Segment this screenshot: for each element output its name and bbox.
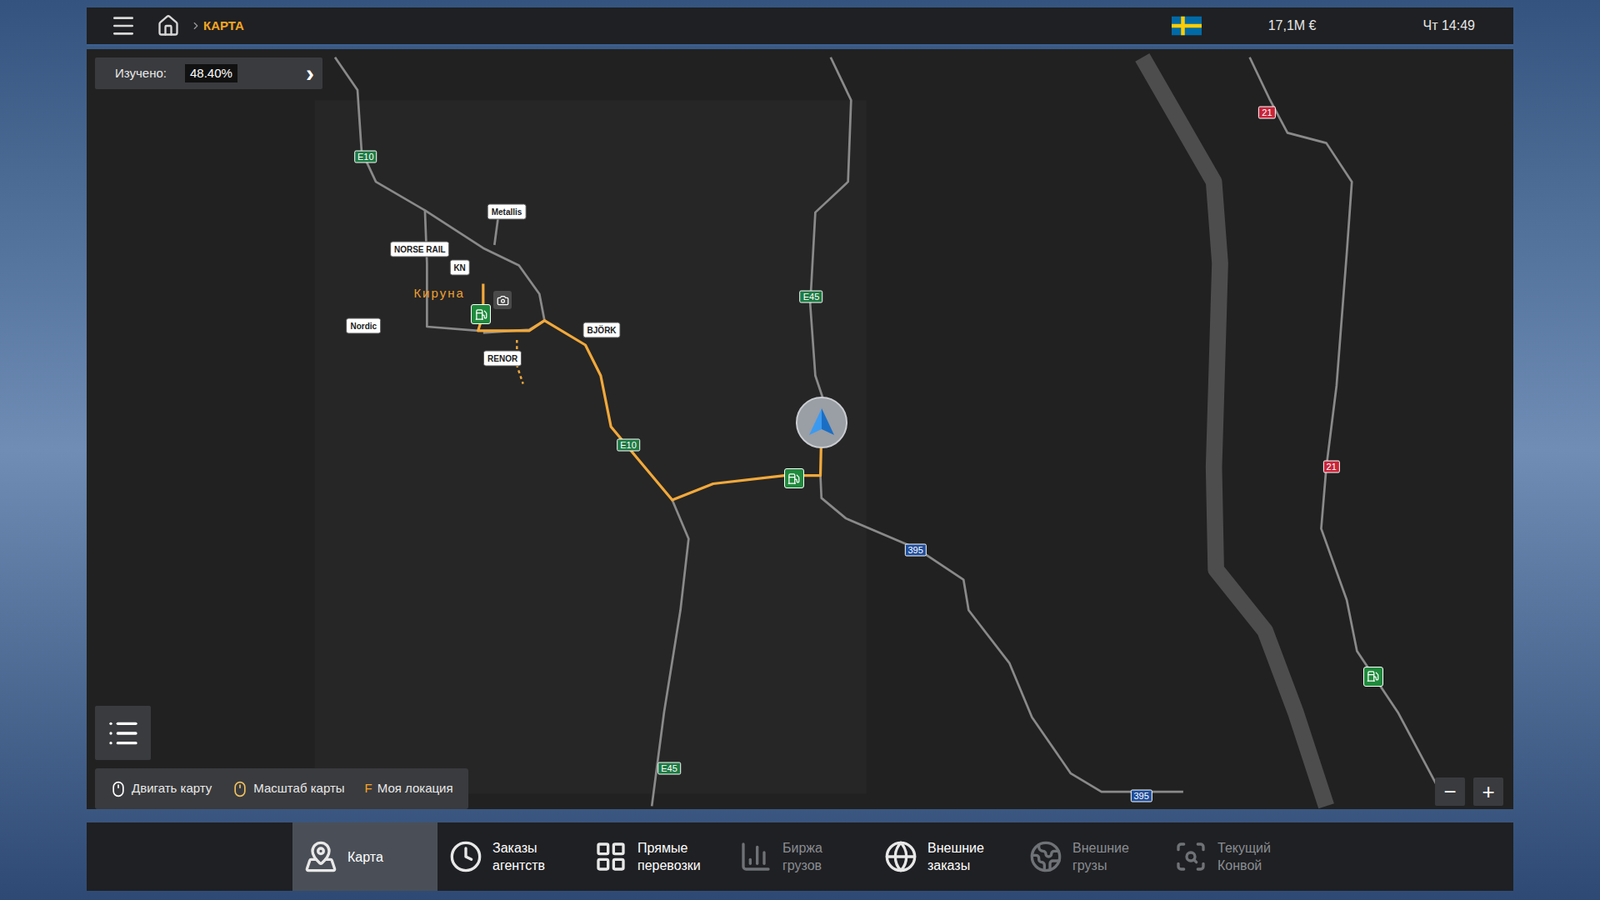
top-bar: КАРТА 17,1M € Чт 14:49 <box>86 7 1514 46</box>
company-marker[interactable]: BJÖRK <box>583 321 621 338</box>
nav-tab-icon <box>1029 840 1063 874</box>
nav-tab-icon <box>449 840 483 874</box>
mouse-icon <box>110 780 127 799</box>
bottom-nav: КартаЗаказыагентствПрямыеперевозкиБиржаг… <box>86 822 1514 891</box>
breadcrumb: КАРТА <box>203 16 245 36</box>
nav-tab-icon <box>1174 840 1208 874</box>
explored-arrow[interactable]: › <box>305 60 315 86</box>
company-marker[interactable]: Nordic <box>346 317 382 334</box>
photo-spot-icon[interactable] <box>493 290 512 310</box>
fuel-station-icon[interactable] <box>784 468 805 489</box>
nav-tab-icon <box>304 840 338 874</box>
nav-tab-icon <box>884 840 918 874</box>
company-marker[interactable]: KN <box>449 259 470 275</box>
company-marker[interactable]: NORSE RAIL <box>390 240 450 257</box>
arrow-icon <box>805 405 839 440</box>
fuel-station-icon[interactable] <box>470 304 491 325</box>
explored-label: Изучено: <box>115 64 167 84</box>
fuel-station-icon[interactable] <box>1363 666 1384 687</box>
nav-tab[interactable]: Внешниезаказы <box>872 822 1018 891</box>
road-sign: 395 <box>904 544 926 557</box>
explored-badge[interactable]: Изучено: 48.40% › <box>95 57 323 90</box>
hint-key: F <box>365 779 373 799</box>
road-sign: E45 <box>657 762 681 775</box>
money: 17,1M € <box>1268 15 1317 36</box>
game-screen: КАРТА 17,1M € Чт 14:49 Кируна E10 E45 E10 395 E4… <box>0 0 1600 900</box>
nav-tab-icon <box>739 840 773 874</box>
legend-icon <box>106 716 140 750</box>
menu-icon[interactable] <box>110 12 137 40</box>
nav-tab[interactable]: Внешниегрузы <box>1017 822 1163 891</box>
nav-tab[interactable]: Биржагрузов <box>727 822 873 891</box>
company-marker[interactable]: RENOR <box>483 350 522 366</box>
hint: FМоя локация <box>365 779 454 799</box>
explored-value: 48.40% <box>185 64 238 84</box>
road-sign: E10 <box>354 150 378 163</box>
road-sign: 21 <box>1258 105 1275 119</box>
hint: Масштаб карты <box>231 779 345 799</box>
zoom-out-button[interactable]: − <box>1435 777 1465 806</box>
player-marker <box>795 396 848 449</box>
company-marker[interactable]: Metallis <box>487 203 527 220</box>
sweden-flag-icon <box>1171 15 1202 36</box>
road-sign: E45 <box>800 290 824 304</box>
nav-tab[interactable]: ТекущийКонвой <box>1162 822 1308 891</box>
map-panel[interactable]: Кируна E10 E45 E10 395 E45 395 21 21 Metallis NORS… <box>86 49 1514 810</box>
clock: Чт 14:49 <box>1423 15 1475 36</box>
city-label: Кируна <box>413 283 465 303</box>
nav-tab-icon <box>594 840 628 874</box>
road-sign: E10 <box>616 438 640 451</box>
home-icon[interactable] <box>156 14 180 38</box>
road-sign: 395 <box>1130 790 1152 803</box>
legend-button[interactable] <box>95 705 151 760</box>
zoom-in-button[interactable]: + <box>1473 777 1504 806</box>
chevron-icon <box>190 20 202 32</box>
nav-tab[interactable]: Прямыеперевозки <box>582 822 728 891</box>
hint-bar: Двигать карту Масштаб карты FМоя локация <box>95 768 469 810</box>
nav-tab[interactable]: Заказыагентств <box>437 822 583 891</box>
mouse-wheel-icon <box>231 780 249 799</box>
road-sign: 21 <box>1323 460 1340 473</box>
nav-tab[interactable]: Карта <box>292 822 438 891</box>
hint: Двигать карту <box>110 779 212 799</box>
